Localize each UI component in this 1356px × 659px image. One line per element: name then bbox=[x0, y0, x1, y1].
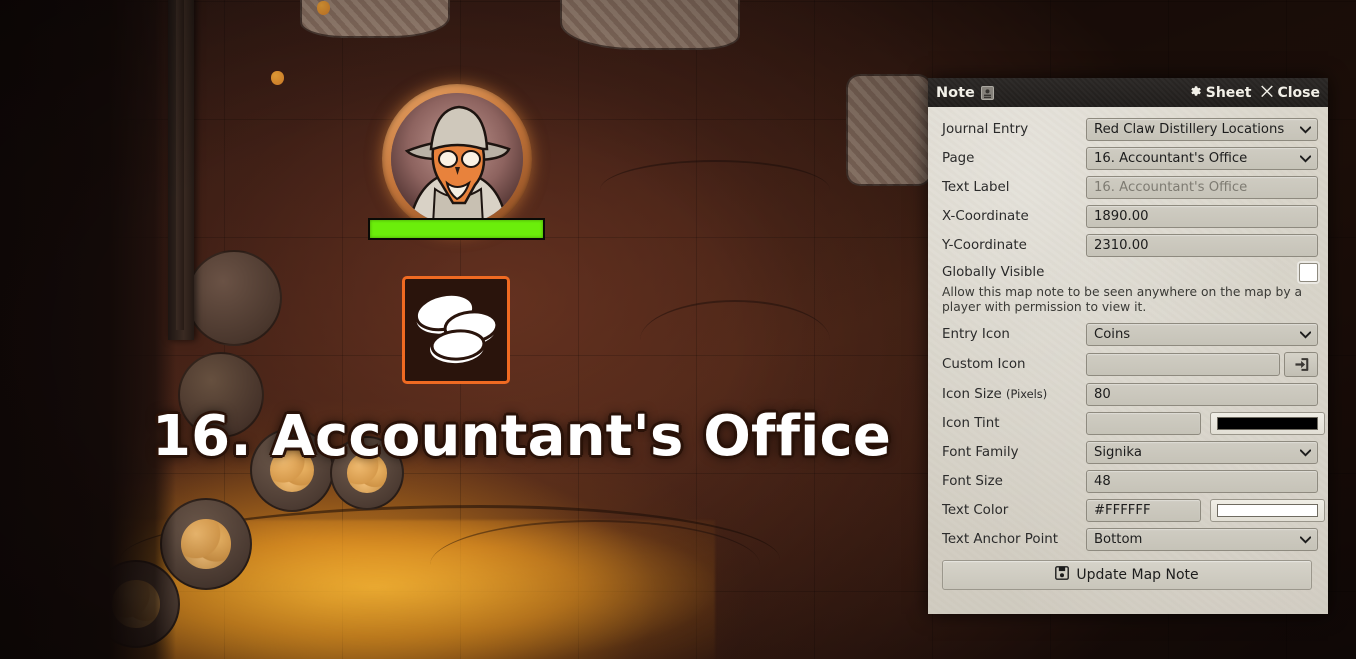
update-map-note-button[interactable]: Update Map Note bbox=[942, 560, 1312, 590]
y-coordinate-input[interactable]: 2310.00 bbox=[1086, 234, 1318, 257]
text-anchor-point-select-wrap: Bottom bbox=[1086, 528, 1318, 551]
form-row-page: Page 16. Accountant's Office bbox=[936, 147, 1318, 170]
y-coordinate-label: Y-Coordinate bbox=[942, 238, 1027, 253]
journal-entry-select[interactable]: Red Claw Distillery Locations bbox=[1086, 118, 1318, 141]
form-row-y-coordinate: Y-Coordinate 2310.00 bbox=[936, 234, 1318, 257]
x-coordinate-input[interactable]: 1890.00 bbox=[1086, 205, 1318, 228]
app-root: 16. Accountant's Office Note Sheet Close… bbox=[0, 0, 1356, 659]
font-family-label: Font Family bbox=[942, 445, 1019, 460]
page-select-wrap: 16. Accountant's Office bbox=[1086, 147, 1318, 170]
globally-visible-hint: Allow this map note to be seen anywhere … bbox=[942, 285, 1303, 314]
gear-icon bbox=[1188, 84, 1202, 102]
font-family-select-wrap: Signika bbox=[1086, 441, 1318, 464]
dialog-title: Note bbox=[936, 84, 975, 101]
font-family-select[interactable]: Signika bbox=[1086, 441, 1318, 464]
icon-tint-label: Icon Tint bbox=[942, 416, 1000, 431]
text-color-label: Text Color bbox=[942, 503, 1009, 518]
form-row-custom-icon: Custom Icon bbox=[936, 352, 1318, 377]
coins-icon bbox=[414, 292, 499, 364]
map-token[interactable] bbox=[382, 84, 532, 234]
text-label-input[interactable]: 16. Accountant's Office bbox=[1086, 176, 1318, 199]
dialog-header: Note Sheet Close bbox=[928, 78, 1328, 107]
map-note-label: 16. Accountant's Office bbox=[152, 404, 892, 469]
form-row-globally-visible: Globally Visible bbox=[936, 263, 1318, 282]
custom-icon-label: Custom Icon bbox=[942, 357, 1026, 372]
icon-tint-input[interactable] bbox=[1086, 412, 1201, 435]
form-row-text-label: Text Label 16. Accountant's Office bbox=[936, 176, 1318, 199]
text-color-swatch[interactable] bbox=[1210, 499, 1325, 522]
file-import-icon[interactable] bbox=[1284, 352, 1318, 377]
form-row-text-anchor-point: Text Anchor Point Bottom bbox=[936, 528, 1318, 551]
journal-entry-select-wrap: Red Claw Distillery Locations bbox=[1086, 118, 1318, 141]
text-color-swatch-color bbox=[1217, 504, 1318, 517]
form-row-text-color: Text Color #FFFFFF bbox=[936, 499, 1325, 522]
text-anchor-point-select[interactable]: Bottom bbox=[1086, 528, 1318, 551]
update-map-note-label: Update Map Note bbox=[1076, 567, 1199, 583]
entry-icon-label: Entry Icon bbox=[942, 327, 1010, 342]
sheet-button[interactable]: Sheet bbox=[1188, 84, 1252, 102]
close-icon bbox=[1261, 85, 1274, 101]
save-icon bbox=[1055, 566, 1070, 584]
entry-icon-select[interactable]: Coins bbox=[1086, 323, 1318, 346]
close-button-label: Close bbox=[1277, 84, 1320, 101]
font-size-label: Font Size bbox=[942, 474, 1003, 489]
entry-icon-select-wrap: Coins bbox=[1086, 323, 1318, 346]
icon-tint-swatch-color bbox=[1217, 417, 1318, 430]
form-row-font-size: Font Size 48 bbox=[936, 470, 1318, 493]
form-row-font-family: Font Family Signika bbox=[936, 441, 1318, 464]
note-config-dialog: Note Sheet Close Journal Entry Red Claw … bbox=[928, 78, 1328, 614]
icon-size-label: Icon Size (Pixels) bbox=[942, 387, 1048, 402]
form-row-journal-entry: Journal Entry Red Claw Distillery Locati… bbox=[936, 118, 1318, 141]
text-anchor-point-label: Text Anchor Point bbox=[942, 532, 1059, 547]
close-button[interactable]: Close bbox=[1261, 85, 1320, 101]
form-row-entry-icon: Entry Icon Coins bbox=[936, 323, 1318, 346]
icon-tint-swatch[interactable] bbox=[1210, 412, 1325, 435]
icon-size-input[interactable]: 80 bbox=[1086, 383, 1318, 406]
x-coordinate-label: X-Coordinate bbox=[942, 209, 1029, 224]
token-portrait bbox=[391, 93, 523, 225]
font-size-input[interactable]: 48 bbox=[1086, 470, 1318, 493]
form-row-icon-size: Icon Size (Pixels) 80 bbox=[936, 383, 1318, 406]
form-row-x-coordinate: X-Coordinate 1890.00 bbox=[936, 205, 1318, 228]
text-label-label: Text Label bbox=[942, 180, 1010, 195]
token-health-bar bbox=[368, 218, 545, 240]
text-color-input[interactable]: #FFFFFF bbox=[1086, 499, 1201, 522]
page-label: Page bbox=[942, 151, 975, 166]
sheet-button-label: Sheet bbox=[1205, 84, 1252, 101]
globally-visible-label: Globally Visible bbox=[942, 265, 1045, 280]
form-row-icon-tint: Icon Tint bbox=[936, 412, 1325, 435]
journal-entry-label: Journal Entry bbox=[942, 122, 1029, 137]
dialog-body: Journal Entry Red Claw Distillery Locati… bbox=[928, 107, 1328, 614]
journal-icon bbox=[980, 85, 994, 100]
custom-icon-input[interactable] bbox=[1086, 353, 1280, 376]
map-note-coins-icon[interactable] bbox=[402, 276, 510, 384]
globally-visible-checkbox[interactable] bbox=[1299, 263, 1318, 282]
dialog-header-actions: Sheet Close bbox=[1188, 84, 1320, 102]
page-select[interactable]: 16. Accountant's Office bbox=[1086, 147, 1318, 170]
